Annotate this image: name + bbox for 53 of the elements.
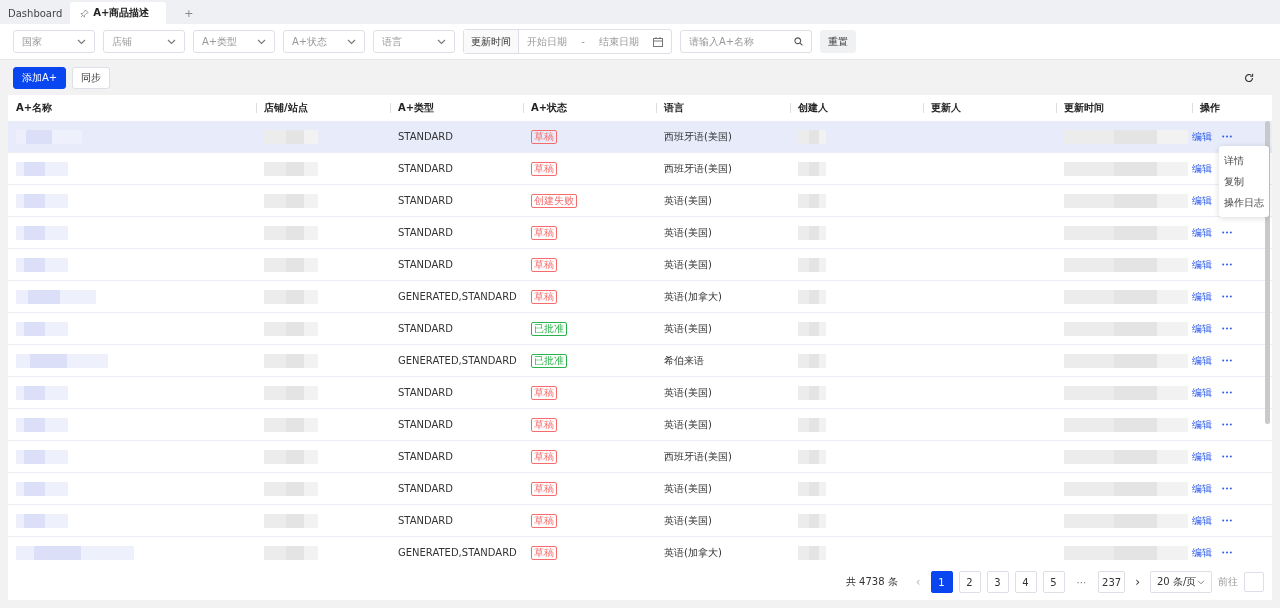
table-cell: 英语(加拿大) xyxy=(664,545,722,560)
column-header: A+类型 xyxy=(398,101,435,115)
table-cell: STANDARD xyxy=(398,451,453,462)
status-tag: 已批准 xyxy=(531,353,567,368)
table-cell: GENERATED,STANDARD xyxy=(398,291,517,302)
table-cell: GENERATED,STANDARD xyxy=(398,547,517,558)
status-tag: 已批准 xyxy=(531,321,567,336)
table-cell: STANDARD xyxy=(398,259,453,270)
table-cell: STANDARD xyxy=(398,387,453,398)
status-tag: 草稿 xyxy=(531,289,557,304)
table-cell: 英语(美国) xyxy=(664,321,712,336)
status-tag: 草稿 xyxy=(531,225,557,240)
table-cell: 英语(美国) xyxy=(664,193,712,208)
table-cell: STANDARD xyxy=(398,227,453,238)
status-tag: 草稿 xyxy=(531,481,557,496)
status-tag: 草稿 xyxy=(531,545,557,560)
table-cell: 西班牙语(美国) xyxy=(664,129,732,144)
table-cell: 英语(美国) xyxy=(664,513,712,528)
table-cell: STANDARD xyxy=(398,131,453,142)
table-cell: STANDARD xyxy=(398,163,453,174)
status-tag: 草稿 xyxy=(531,449,557,464)
table-cell: 英语(美国) xyxy=(664,225,712,240)
table-cell: 英语(美国) xyxy=(664,385,712,400)
table-cell: GENERATED,STANDARD xyxy=(398,355,517,366)
column-header: 店铺/站点 xyxy=(264,101,308,115)
table-cell: STANDARD xyxy=(398,483,453,494)
status-tag: 草稿 xyxy=(531,257,557,272)
status-tag: 草稿 xyxy=(531,513,557,528)
table-cell: STANDARD xyxy=(398,515,453,526)
table-cell: STANDARD xyxy=(398,195,453,206)
status-tag: 草稿 xyxy=(531,385,557,400)
table-cell: 西班牙语(美国) xyxy=(664,449,732,464)
status-tag: 草稿 xyxy=(531,129,557,144)
table-cell: 希伯来语 xyxy=(664,353,704,368)
total-count: 共 4738 条 xyxy=(845,575,898,589)
table-cell: 英语(加拿大) xyxy=(664,289,722,304)
table-cell: 英语(美国) xyxy=(664,257,712,272)
column-header: A+名称 xyxy=(16,101,53,115)
column-header: 创建人 xyxy=(798,101,828,115)
table-cell: STANDARD xyxy=(398,419,453,430)
status-tag: 草稿 xyxy=(531,417,557,432)
column-header: 更新时间 xyxy=(1064,101,1104,115)
goto-label: 前往 xyxy=(1218,575,1238,589)
column-header: 语言 xyxy=(664,101,684,115)
column-header: 操作 xyxy=(1200,101,1220,115)
table-cell: STANDARD xyxy=(398,323,453,334)
column-header: A+状态 xyxy=(531,101,568,115)
column-header: 更新人 xyxy=(931,101,961,115)
status-tag: 创建失败 xyxy=(531,193,577,208)
table-cell: 英语(美国) xyxy=(664,481,712,496)
table-cell: 西班牙语(美国) xyxy=(664,161,732,176)
status-tag: 草稿 xyxy=(531,161,557,176)
table-cell: 英语(美国) xyxy=(664,417,712,432)
